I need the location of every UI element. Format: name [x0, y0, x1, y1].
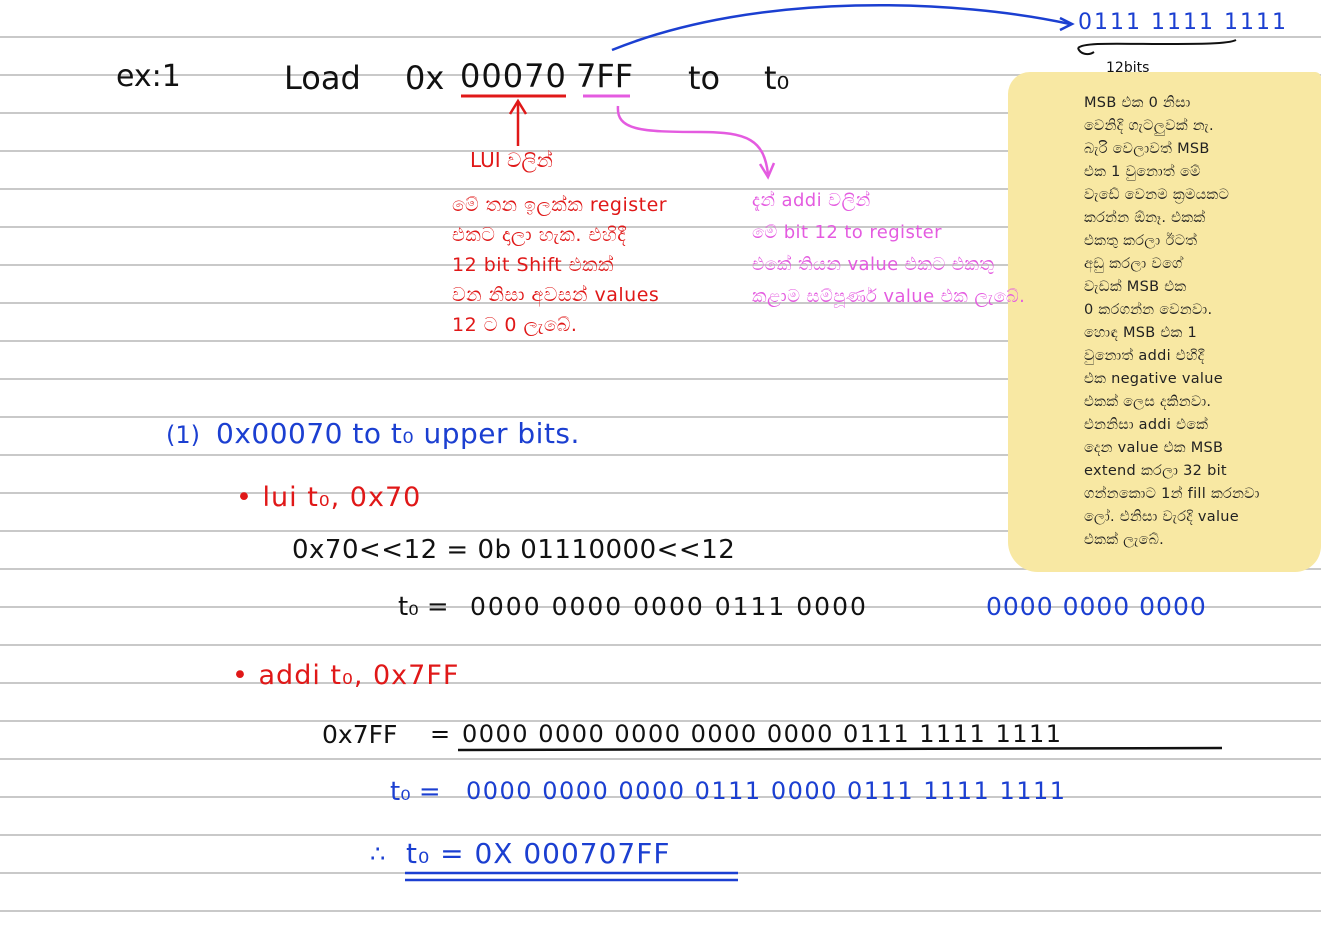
lui-line: 12 bit Shift එකක්	[452, 254, 614, 276]
bits-brace	[1077, 39, 1237, 49]
result-value: t₀ = 0X 000707FF	[406, 837, 671, 870]
note-line: එකක් ලැබේ.	[1084, 532, 1165, 548]
t0-bits-black: 0000 0000 0000 0111 0000	[470, 592, 868, 621]
lui-line: 12 ට 0 ලැබේ.	[452, 314, 578, 336]
note-line: 0 කරගන්න වෙනවා.	[1084, 302, 1213, 318]
note-line: MSB එක 0 නිසා	[1084, 95, 1191, 111]
therefore-symbol: ∴	[370, 840, 386, 868]
note-line: extend කරලා 32 bit	[1084, 463, 1227, 479]
imm-bits: 0000 0000 0000 0000 0000 0111 1111 1111	[462, 720, 1063, 748]
note-line: එනනිසා addi එකේ	[1084, 417, 1209, 433]
note-line: වැඩක් MSB එක	[1084, 279, 1187, 295]
note-line: හොඳ MSB එක 1	[1084, 325, 1198, 341]
note-line: එක 1 වුනොත් මේ	[1084, 164, 1201, 180]
addi-line: මේ bit 12 to register	[752, 222, 942, 243]
note-line: අඩු කරලා වගේ	[1084, 256, 1183, 272]
lui-instruction: • lui t₀, 0x70	[236, 482, 422, 513]
note-line: දෙන value එක MSB	[1084, 440, 1224, 456]
addi-line: එකේ තියන value එකට එකතු	[752, 254, 995, 275]
addi-line: කළාම සම්පූර්ණ value එක ලැබේ.	[752, 286, 1026, 307]
hex-upper-part: 00070	[460, 57, 567, 95]
note-line: එක negative value	[1084, 371, 1223, 387]
blue-curved-arrow	[611, 3, 1071, 52]
sum-underline	[457, 746, 1223, 752]
shift-expression: 0x70<<12 = 0b 01110000<<12	[292, 535, 736, 565]
addi-explanation: දැන් addi වලින් මේ bit 12 to register එක…	[752, 185, 1025, 313]
lui-title: LUI වලින්	[470, 148, 553, 172]
note-line: කරන්න ඕනෑ. එකක්	[1084, 210, 1206, 226]
t0-label-1: t₀ =	[398, 592, 449, 622]
note-line: ගන්නකොට 1න් fill කරනවා	[1084, 486, 1260, 502]
imm-equals: =	[430, 720, 451, 748]
step-number: (1)	[166, 421, 200, 449]
sticky-note-text: MSB එක 0 නිසා වෙනිදි ගැටලුවක් නැ. බැරි ව…	[1084, 92, 1316, 552]
t0-label-2: t₀ =	[390, 777, 441, 807]
note-line: වෙනිදි ගැටලුවක් නැ.	[1084, 118, 1214, 134]
lui-line: මේ තන ඉලක්ක register	[452, 194, 668, 216]
lui-line: වන නිසා අවසන් values	[452, 284, 660, 306]
top-12-bits: 0111 1111 1111	[1078, 10, 1288, 35]
to-word: to	[688, 59, 721, 97]
hex-prefix: 0x	[405, 59, 445, 97]
note-line: බැරි වෙලාවත් MSB	[1084, 141, 1210, 157]
t0-bits-final: 0000 0000 0000 0111 0000 0111 1111 1111	[466, 777, 1067, 805]
lui-line: එකට දාලා හැක. එහිදී	[452, 224, 627, 246]
addi-instruction: • addi t₀, 0x7FF	[232, 660, 460, 691]
bits-brace-end	[1077, 47, 1095, 56]
note-line: වැඩේ වෙනම ක්‍රමයකට	[1084, 187, 1230, 203]
note-line: වුනොත් addi එහිදී	[1084, 348, 1205, 364]
t0-bits-blue: 0000 0000 0000	[986, 592, 1207, 621]
register-t0: t₀	[764, 59, 790, 97]
step1-heading: 0x00070 to t₀ upper bits.	[216, 417, 580, 450]
load-word: Load	[284, 59, 361, 97]
lui-explanation: මේ තන ඉලක්ක register එකට දාලා හැක. එහිදී…	[452, 190, 667, 340]
hex-lower-part: 7FF	[576, 57, 634, 95]
pink-curved-arrow	[616, 105, 770, 175]
note-line: එකක් ලෙස දකිනවා.	[1084, 394, 1212, 410]
imm-label: 0x7FF	[322, 720, 398, 749]
addi-line: දැන් addi වලින්	[752, 190, 871, 211]
note-line: ලෝ. එනිසා වැරදි value	[1084, 509, 1240, 525]
example-label: ex:1	[116, 59, 181, 94]
bits-caption: 12bits	[1106, 60, 1150, 76]
note-line: එකතු කරලා ඊටත්	[1084, 233, 1198, 249]
